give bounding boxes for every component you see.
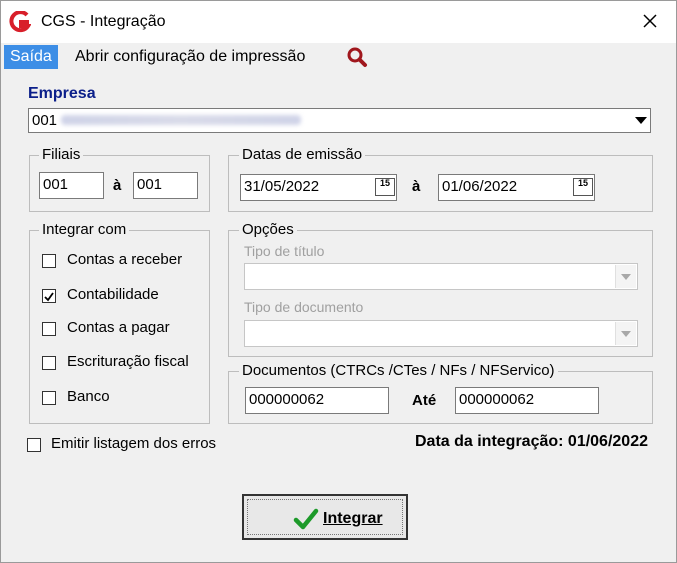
tipo-titulo-select (244, 263, 638, 290)
dropdown-button (615, 265, 636, 288)
tipo-documento-label: Tipo de documento (244, 299, 364, 315)
integrar-button-label: Integrar (323, 510, 383, 527)
contabilidade-label[interactable]: Contabilidade (67, 286, 159, 303)
datas-label: Datas de emissão (239, 146, 366, 163)
checkmark-icon (44, 292, 54, 302)
documento-sep-label: Até (412, 392, 437, 409)
menu-item-abrir-configuracao[interactable]: Abrir configuração de impressão (69, 45, 311, 69)
chevron-down-icon (621, 274, 631, 280)
documento-to-input[interactable]: 000000062 (455, 387, 599, 414)
empresa-label: Empresa (28, 85, 96, 102)
integrar-label: Integrar com (39, 221, 130, 238)
menu-bar: Saída Abrir configuração de impressão (1, 43, 676, 71)
tipo-documento-select (244, 320, 638, 347)
opcoes-label: Opções (239, 221, 297, 238)
cgs-logo-icon (9, 11, 31, 33)
escrituracao-fiscal-label[interactable]: Escrituração fiscal (67, 353, 189, 370)
checkbox-contas-pagar[interactable] (42, 322, 56, 336)
checkbox-emitir-listagem[interactable] (27, 438, 41, 452)
dropdown-button (615, 322, 636, 345)
calendar-icon[interactable]: 15 (375, 178, 395, 196)
documento-from-input[interactable]: 000000062 (245, 387, 389, 414)
check-icon (293, 508, 319, 530)
calendar-day-label: 15 (577, 178, 588, 188)
checkbox-escrituracao-fiscal[interactable] (42, 356, 56, 370)
filiais-label: Filiais (39, 146, 84, 163)
filial-to-input[interactable]: 001 (133, 172, 198, 199)
chevron-down-icon (621, 331, 631, 337)
close-icon[interactable] (634, 7, 668, 37)
menu-item-saida[interactable]: Saída (4, 45, 58, 69)
filial-sep-label: à (113, 177, 122, 194)
banco-label[interactable]: Banco (67, 388, 110, 405)
dialog-window: CGS - Integração Saída Abrir configuraçã… (0, 0, 677, 563)
data-integracao-text: Data da integração: 01/06/2022 (414, 433, 648, 450)
chevron-down-icon[interactable] (635, 117, 647, 124)
window-title: CGS - Integração (41, 13, 166, 30)
data-from-input[interactable]: 31/05/2022 15 (240, 174, 397, 201)
empresa-name-redacted (61, 115, 301, 125)
data-to-value: 01/06/2022 (442, 178, 518, 195)
data-to-input[interactable]: 01/06/2022 15 (438, 174, 595, 201)
integrar-button[interactable]: Integrar (242, 494, 408, 540)
empresa-select[interactable]: 001 (28, 108, 651, 133)
calendar-day-label: 15 (379, 178, 390, 188)
checkbox-banco[interactable] (42, 391, 56, 405)
checkbox-contabilidade[interactable] (42, 289, 56, 303)
documentos-label: Documentos (CTRCs /CTes / NFs / NFServic… (239, 362, 558, 379)
title-bar: CGS - Integração (1, 1, 676, 43)
data-from-value: 31/05/2022 (244, 178, 320, 195)
contas-receber-label[interactable]: Contas a receber (67, 251, 182, 268)
checkbox-contas-receber[interactable] (42, 254, 56, 268)
tipo-titulo-label: Tipo de título (244, 243, 325, 259)
search-icon[interactable] (345, 45, 369, 69)
emitir-listagem-label[interactable]: Emitir listagem dos erros (51, 435, 216, 452)
data-sep-label: à (412, 178, 421, 195)
contas-pagar-label[interactable]: Contas a pagar (67, 319, 170, 336)
filial-from-input[interactable]: 001 (39, 172, 104, 199)
empresa-value: 001 (32, 112, 58, 129)
calendar-icon[interactable]: 15 (573, 178, 593, 196)
